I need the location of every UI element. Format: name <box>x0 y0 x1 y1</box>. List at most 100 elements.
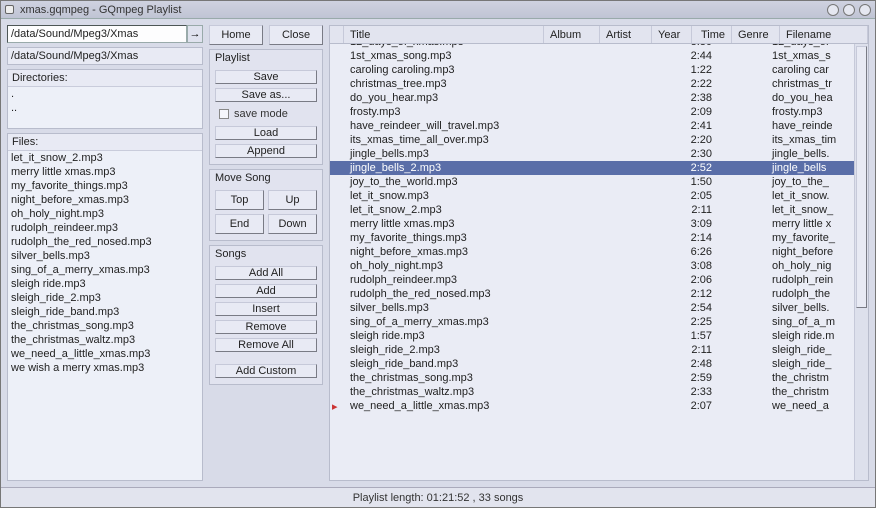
cell-time: 2:41 <box>678 120 718 132</box>
move-song-frame-label: Move Song <box>215 172 317 186</box>
table-row[interactable]: do_you_hear.mp32:38do_you_hea <box>330 91 854 105</box>
list-item[interactable]: merry little xmas.mp3 <box>11 166 199 180</box>
table-row[interactable]: 1st_xmas_song.mp32:441st_xmas_s <box>330 49 854 63</box>
append-button[interactable]: Append <box>215 144 317 158</box>
titlebar: xmas.gqmpeg - GQmpeg Playlist <box>1 1 875 19</box>
cell-title: rudolph_reindeer.mp3 <box>344 274 530 286</box>
table-row[interactable]: jingle_bells.mp32:30jingle_bells. <box>330 147 854 161</box>
list-item[interactable]: night_before_xmas.mp3 <box>11 194 199 208</box>
table-row[interactable]: sleigh_ride_2.mp32:11sleigh_ride_ <box>330 343 854 357</box>
table-row[interactable]: we_need_a_little_xmas.mp32:07we_need_a <box>330 399 854 413</box>
table-row[interactable]: jingle_bells_2.mp32:52jingle_bells <box>330 161 854 175</box>
cell-time: 1:22 <box>678 64 718 76</box>
list-item[interactable]: the_christmas_waltz.mp3 <box>11 334 199 348</box>
list-item[interactable]: .. <box>11 102 199 116</box>
cell-title: do_you_hear.mp3 <box>344 92 530 104</box>
playlist-body[interactable]: 12_days_of_xmas.mp33:3012_days_of1st_xma… <box>330 44 854 480</box>
col-genre[interactable]: Genre <box>732 26 780 43</box>
table-row[interactable]: night_before_xmas.mp36:26night_before <box>330 245 854 259</box>
list-item[interactable]: sing_of_a_merry_xmas.mp3 <box>11 264 199 278</box>
cell-filename: sleigh_ride_ <box>766 358 854 370</box>
cell-time: 2:05 <box>678 190 718 202</box>
add-all-button[interactable]: Add All <box>215 266 317 280</box>
directories-list[interactable]: ... <box>8 87 202 128</box>
home-button[interactable]: Home <box>209 25 263 45</box>
list-item[interactable]: oh_holy_night.mp3 <box>11 208 199 222</box>
table-row[interactable]: joy_to_the_world.mp31:50joy_to_the_ <box>330 175 854 189</box>
table-row[interactable]: sing_of_a_merry_xmas.mp32:25sing_of_a_m <box>330 315 854 329</box>
maximize-button[interactable] <box>843 4 855 16</box>
table-row[interactable]: the_christmas_waltz.mp32:33the_christm <box>330 385 854 399</box>
table-row[interactable]: christmas_tree.mp32:22christmas_tr <box>330 77 854 91</box>
list-item[interactable]: let_it_snow_2.mp3 <box>11 152 199 166</box>
cell-filename: christmas_tr <box>766 78 854 90</box>
up-button[interactable]: Up <box>268 190 317 210</box>
table-row[interactable]: let_it_snow.mp32:05let_it_snow. <box>330 189 854 203</box>
top-button[interactable]: Top <box>215 190 264 210</box>
col-album[interactable]: Album <box>544 26 600 43</box>
add-custom-button[interactable]: Add Custom <box>215 364 317 378</box>
table-row[interactable]: rudolph_reindeer.mp32:06rudolph_rein <box>330 273 854 287</box>
list-item[interactable]: we_need_a_little_xmas.mp3 <box>11 348 199 362</box>
table-row[interactable]: sleigh ride.mp31:57sleigh ride.m <box>330 329 854 343</box>
save-mode-checkbox[interactable]: save mode <box>215 106 317 122</box>
close-button[interactable]: Close <box>269 25 323 45</box>
list-item[interactable]: . <box>11 88 199 102</box>
col-year[interactable]: Year <box>652 26 692 43</box>
list-item[interactable]: sleigh_ride_band.mp3 <box>11 306 199 320</box>
add-button[interactable]: Add <box>215 284 317 298</box>
table-row[interactable]: sleigh_ride_band.mp32:48sleigh_ride_ <box>330 357 854 371</box>
cell-filename: the_christm <box>766 372 854 384</box>
table-row[interactable]: oh_holy_night.mp33:08oh_holy_nig <box>330 259 854 273</box>
table-row[interactable]: let_it_snow_2.mp32:11let_it_snow_ <box>330 203 854 217</box>
status-bar: Playlist length: 01:21:52 , 33 songs <box>1 487 875 507</box>
table-row[interactable]: silver_bells.mp32:54silver_bells. <box>330 301 854 315</box>
col-artist[interactable]: Artist <box>600 26 652 43</box>
files-list[interactable]: let_it_snow_2.mp3merry little xmas.mp3my… <box>8 151 202 480</box>
cell-time: 2:59 <box>678 372 718 384</box>
remove-button[interactable]: Remove <box>215 320 317 334</box>
cell-title: my_favorite_things.mp3 <box>344 232 530 244</box>
scrollbar-thumb[interactable] <box>856 46 867 308</box>
window-menu-icon[interactable] <box>5 5 14 14</box>
list-item[interactable]: the_christmas_song.mp3 <box>11 320 199 334</box>
load-button[interactable]: Load <box>215 126 317 140</box>
playlist-frame: Playlist Save Save as... save mode Load … <box>209 49 323 165</box>
col-marker[interactable] <box>330 26 344 43</box>
close-window-button[interactable] <box>859 4 871 16</box>
list-item[interactable]: rudolph_reindeer.mp3 <box>11 222 199 236</box>
table-row[interactable]: its_xmas_time_all_over.mp32:20its_xmas_t… <box>330 133 854 147</box>
down-button[interactable]: Down <box>268 214 317 234</box>
path-go-icon[interactable]: → <box>187 25 203 43</box>
save-as-button[interactable]: Save as... <box>215 88 317 102</box>
minimize-button[interactable] <box>827 4 839 16</box>
list-item[interactable]: sleigh ride.mp3 <box>11 278 199 292</box>
list-item[interactable]: rudolph_the_red_nosed.mp3 <box>11 236 199 250</box>
col-filename[interactable]: Filename <box>780 26 868 43</box>
save-button[interactable]: Save <box>215 70 317 84</box>
table-row[interactable]: frosty.mp32:09frosty.mp3 <box>330 105 854 119</box>
list-item[interactable]: my_favorite_things.mp3 <box>11 180 199 194</box>
end-button[interactable]: End <box>215 214 264 234</box>
cell-time: 2:07 <box>678 400 718 412</box>
remove-all-button[interactable]: Remove All <box>215 338 317 352</box>
cell-title: we_need_a_little_xmas.mp3 <box>344 400 530 412</box>
table-row[interactable]: my_favorite_things.mp32:14my_favorite_ <box>330 231 854 245</box>
cell-filename: sleigh_ride_ <box>766 344 854 356</box>
cell-time: 2:48 <box>678 358 718 370</box>
list-item[interactable]: sleigh_ride_2.mp3 <box>11 292 199 306</box>
table-row[interactable]: merry little xmas.mp33:09merry little x <box>330 217 854 231</box>
table-row[interactable]: the_christmas_song.mp32:59the_christm <box>330 371 854 385</box>
insert-button[interactable]: Insert <box>215 302 317 316</box>
cell-filename: the_christm <box>766 386 854 398</box>
path-input[interactable] <box>7 25 187 43</box>
scrollbar[interactable] <box>854 44 868 480</box>
table-row[interactable]: rudolph_the_red_nosed.mp32:12rudolph_the <box>330 287 854 301</box>
table-row[interactable]: caroling caroling.mp31:22caroling car <box>330 63 854 77</box>
table-row[interactable]: have_reindeer_will_travel.mp32:41have_re… <box>330 119 854 133</box>
list-item[interactable]: we wish a merry xmas.mp3 <box>11 362 199 376</box>
cell-title: rudolph_the_red_nosed.mp3 <box>344 288 530 300</box>
list-item[interactable]: silver_bells.mp3 <box>11 250 199 264</box>
col-time[interactable]: Time <box>692 26 732 43</box>
col-title[interactable]: Title <box>344 26 544 43</box>
